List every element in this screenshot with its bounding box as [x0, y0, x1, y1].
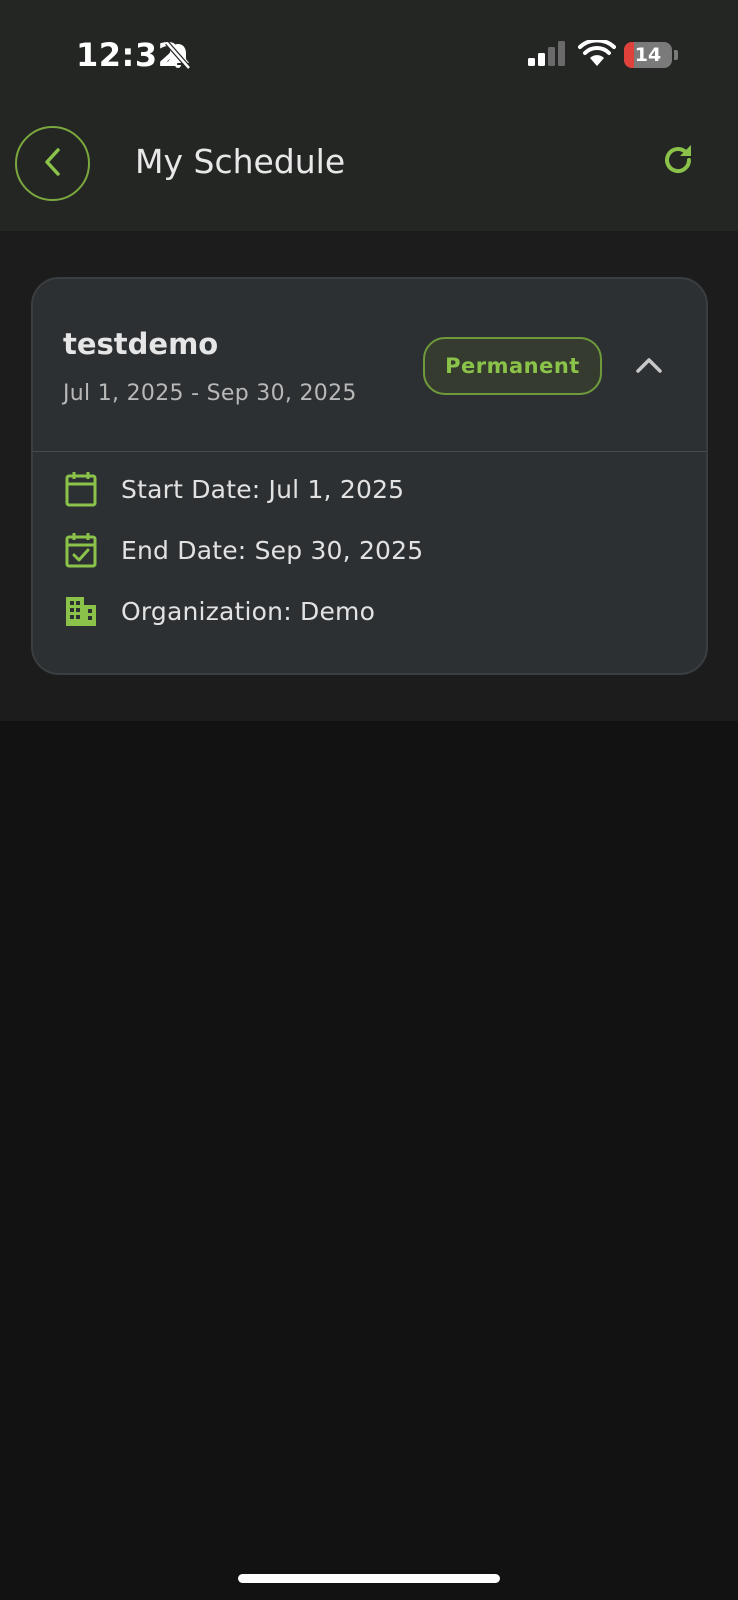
cellular-signal-icon — [527, 40, 567, 68]
start-date-row: Start Date: Jul 1, 2025 — [63, 469, 404, 509]
battery-icon: 14 — [624, 42, 672, 68]
building-icon — [63, 591, 99, 631]
schedule-date-range: Jul 1, 2025 - Sep 30, 2025 — [63, 381, 357, 406]
home-indicator[interactable] — [238, 1574, 500, 1583]
schedule-name: testdemo — [63, 327, 219, 361]
page-title: My Schedule — [135, 142, 346, 181]
battery-cap — [674, 50, 678, 60]
status-badge: Permanent — [423, 337, 602, 395]
organization-label: Organization: Demo — [121, 596, 376, 626]
collapse-button[interactable] — [629, 347, 669, 387]
battery-level: 14 — [634, 44, 662, 66]
card-divider — [33, 451, 706, 452]
organization-row: Organization: Demo — [63, 591, 375, 631]
start-date-label: Start Date: Jul 1, 2025 — [121, 474, 405, 504]
schedule-card[interactable]: testdemo Jul 1, 2025 - Sep 30, 2025 Perm… — [31, 277, 708, 675]
chevron-up-icon — [635, 356, 663, 378]
chevron-left-icon — [40, 147, 66, 181]
status-bar: 12:32 14 — [0, 0, 738, 110]
refresh-icon — [660, 142, 696, 182]
end-date-row: End Date: Sep 30, 2025 — [63, 530, 423, 570]
back-button[interactable] — [15, 126, 90, 201]
wifi-icon — [578, 38, 616, 68]
app-header: My Schedule — [0, 110, 738, 231]
calendar-icon — [63, 469, 99, 509]
calendar-check-icon — [63, 530, 99, 570]
end-date-label: End Date: Sep 30, 2025 — [121, 535, 424, 565]
refresh-button[interactable] — [656, 140, 700, 184]
bell-slash-icon — [164, 41, 192, 71]
